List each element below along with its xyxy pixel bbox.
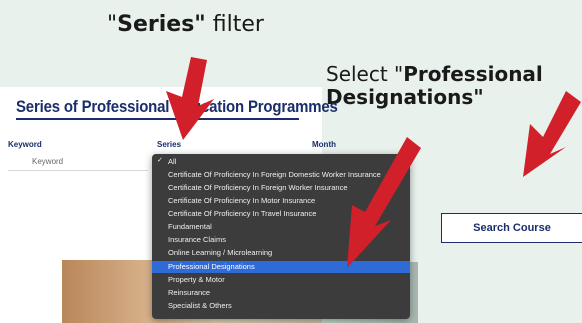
series-option-reinsurance[interactable]: Reinsurance	[152, 287, 410, 299]
page-title: Series of Professional Education Program…	[16, 97, 338, 116]
month-label: Month	[312, 140, 336, 149]
series-option-all[interactable]: All	[152, 156, 410, 168]
series-option-foreign-worker[interactable]: Certificate Of Proficiency In Foreign Wo…	[152, 182, 410, 194]
series-option-property-motor[interactable]: Property & Motor	[152, 274, 410, 286]
series-filter-annotation: "Series" filter	[107, 12, 264, 37]
keyword-label: Keyword	[8, 140, 42, 149]
series-option-motor[interactable]: Certificate Of Proficiency In Motor Insu…	[152, 195, 410, 207]
series-option-travel[interactable]: Certificate Of Proficiency In Travel Ins…	[152, 208, 410, 220]
series-option-claims[interactable]: Insurance Claims	[152, 234, 410, 246]
title-underline	[16, 118, 299, 120]
search-course-button[interactable]: Search Course	[441, 213, 582, 243]
series-option-professional-designations[interactable]: Professional Designations	[152, 261, 410, 273]
series-label: Series	[157, 140, 182, 149]
series-option-specialist[interactable]: Specialist & Others	[152, 300, 410, 312]
series-option-fundamental[interactable]: Fundamental	[152, 221, 410, 233]
keyword-input[interactable]	[8, 153, 148, 171]
select-option-annotation: Select "Professional Designations"	[326, 62, 543, 109]
series-option-online[interactable]: Online Learning / Microlearning	[152, 247, 410, 259]
series-option-fdw[interactable]: Certificate Of Proficiency In Foreign Do…	[152, 169, 410, 181]
series-dropdown[interactable]: ✓ All Certificate Of Proficiency In Fore…	[152, 154, 410, 319]
